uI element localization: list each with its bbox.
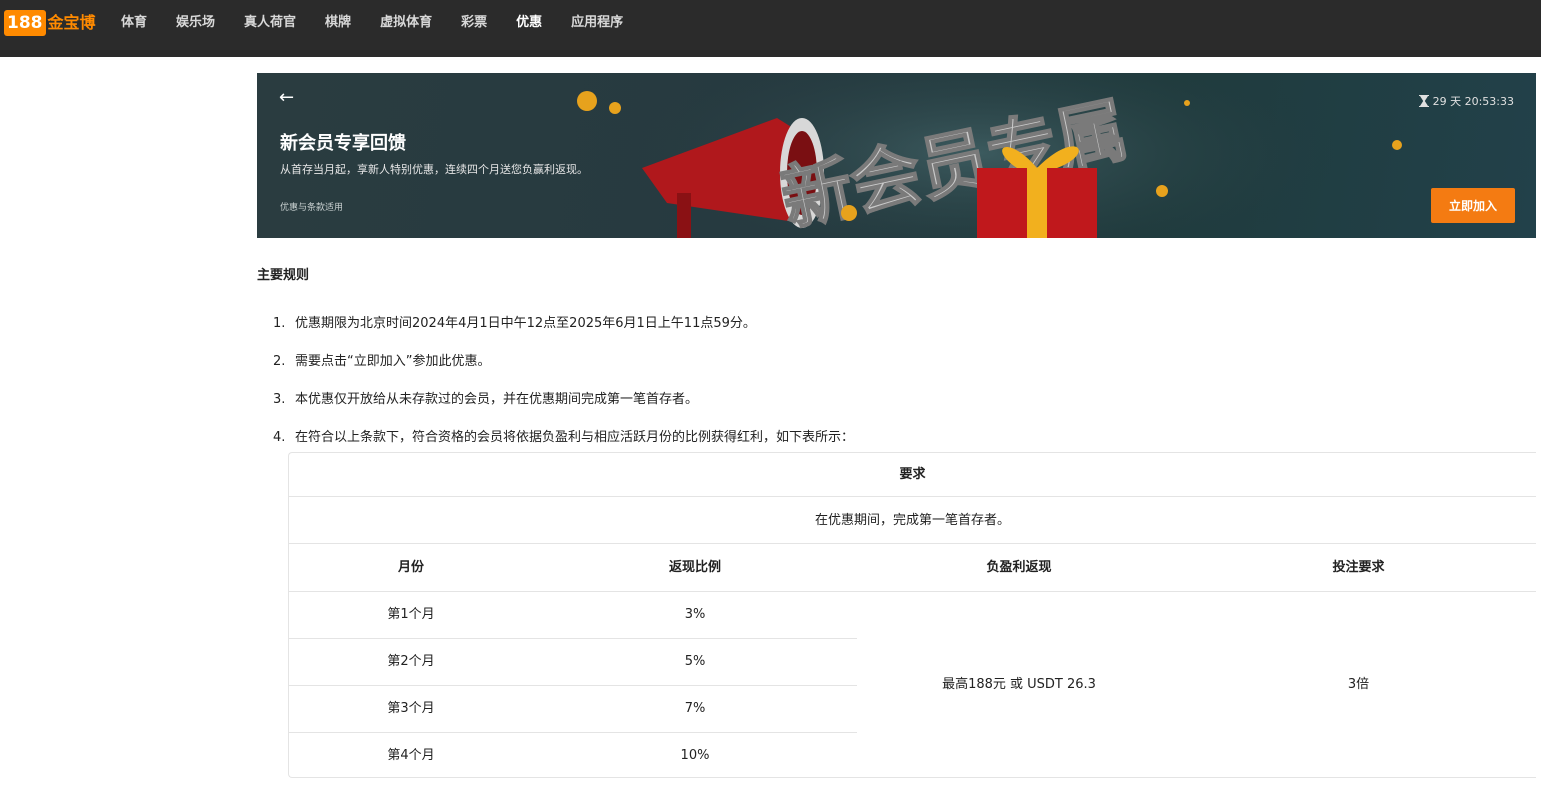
cashback-cell: 最高188元 或 USDT 26.3 bbox=[942, 677, 1096, 692]
bonus-table: 要求 在优惠期间，完成第一笔首存者。 月份 返现比例 负盈利返现 投注要求 第1… bbox=[288, 452, 1536, 778]
rule-text: 本优惠仅开放给从未存款过的会员，并在优惠期间完成第一笔首存者。 bbox=[295, 392, 699, 407]
nav-item-sports[interactable]: 体育 bbox=[121, 14, 147, 32]
rules-heading: 主要规则 bbox=[257, 268, 310, 283]
column-header-wager: 投注要求 bbox=[1332, 560, 1385, 575]
rule-text: 需要点击“立即加入”参加此优惠。 bbox=[295, 354, 491, 369]
column-header-cashback: 负盈利返现 bbox=[986, 560, 1052, 575]
countdown-text: 29 天 20:53:33 bbox=[1432, 95, 1514, 108]
requirement-text: 在优惠期间，完成第一笔首存者。 bbox=[289, 497, 1536, 544]
terms-link[interactable]: 优惠与条款适用 bbox=[280, 200, 343, 213]
join-now-button[interactable]: 立即加入 bbox=[1431, 188, 1515, 223]
nav-item-casino[interactable]: 娱乐场 bbox=[176, 14, 215, 32]
rate-cell: 5% bbox=[684, 654, 706, 669]
rule-number: 4. bbox=[273, 430, 286, 445]
banner-illustration: 新会员专属 bbox=[577, 73, 1402, 238]
month-cell: 第2个月 bbox=[387, 654, 435, 669]
rule-text: 优惠期限为北京时间2024年4月1日中午12点至2025年6月1日上午11点59… bbox=[295, 316, 756, 331]
month-cell: 第3个月 bbox=[387, 701, 435, 716]
rule-item: 4. 在符合以上条款下，符合资格的会员将依据负盈利与相应活跃月份的比例获得红利，如… bbox=[273, 426, 854, 445]
nav-menu: 体育 娱乐场 真人荷官 棋牌 虚拟体育 彩票 优惠 应用程序 bbox=[121, 14, 652, 32]
site-logo[interactable]: 188 金宝博 bbox=[4, 9, 96, 37]
rule-item: 2. 需要点击“立即加入”参加此优惠。 bbox=[273, 350, 490, 369]
rule-number: 2. bbox=[273, 354, 286, 369]
nav-item-promotions[interactable]: 优惠 bbox=[516, 14, 542, 32]
nav-item-apps[interactable]: 应用程序 bbox=[571, 14, 623, 32]
wager-cell: 3倍 bbox=[1347, 677, 1370, 692]
column-header-rate: 返现比例 bbox=[668, 560, 721, 575]
countdown-timer: 29 天 20:53:33 bbox=[1418, 93, 1514, 109]
rule-number: 1. bbox=[273, 316, 286, 331]
promo-subtitle: 从首存当月起，享新人特别优惠，连续四个月送您负赢利返现。 bbox=[280, 163, 588, 176]
nav-item-chess-cards[interactable]: 棋牌 bbox=[325, 14, 351, 32]
hourglass-icon bbox=[1418, 95, 1429, 107]
rate-cell: 10% bbox=[680, 748, 710, 763]
back-arrow-icon[interactable]: ← bbox=[279, 87, 294, 108]
top-nav: 188 金宝博 体育 娱乐场 真人荷官 棋牌 虚拟体育 彩票 优惠 应用程序 bbox=[0, 0, 1541, 57]
column-header-month: 月份 bbox=[397, 560, 424, 575]
month-cell: 第1个月 bbox=[387, 607, 435, 622]
rule-text: 在符合以上条款下，符合资格的会员将依据负盈利与相应活跃月份的比例获得红利，如下表… bbox=[295, 430, 855, 445]
promo-banner: 新会员专属 ← 新会员专享回馈 从首存当月起，享新人特别优惠，连续四个月送您负赢… bbox=[257, 73, 1536, 238]
rule-item: 3. 本优惠仅开放给从未存款过的会员，并在优惠期间完成第一笔首存者。 bbox=[273, 388, 698, 407]
month-cell: 第4个月 bbox=[387, 748, 435, 763]
requirement-header: 要求 bbox=[289, 453, 1536, 497]
rule-number: 3. bbox=[273, 392, 286, 407]
nav-item-live-dealer[interactable]: 真人荷官 bbox=[244, 14, 296, 32]
nav-item-virtual-sports[interactable]: 虚拟体育 bbox=[380, 14, 432, 32]
logo-text: 金宝博 bbox=[47, 13, 96, 32]
promo-title: 新会员专享回馈 bbox=[280, 133, 406, 154]
rate-cell: 3% bbox=[684, 607, 706, 622]
logo-number: 188 bbox=[4, 10, 46, 36]
rule-item: 1. 优惠期限为北京时间2024年4月1日中午12点至2025年6月1日上午11点… bbox=[273, 312, 756, 331]
nav-item-lottery[interactable]: 彩票 bbox=[461, 14, 487, 32]
rate-cell: 7% bbox=[684, 701, 706, 716]
